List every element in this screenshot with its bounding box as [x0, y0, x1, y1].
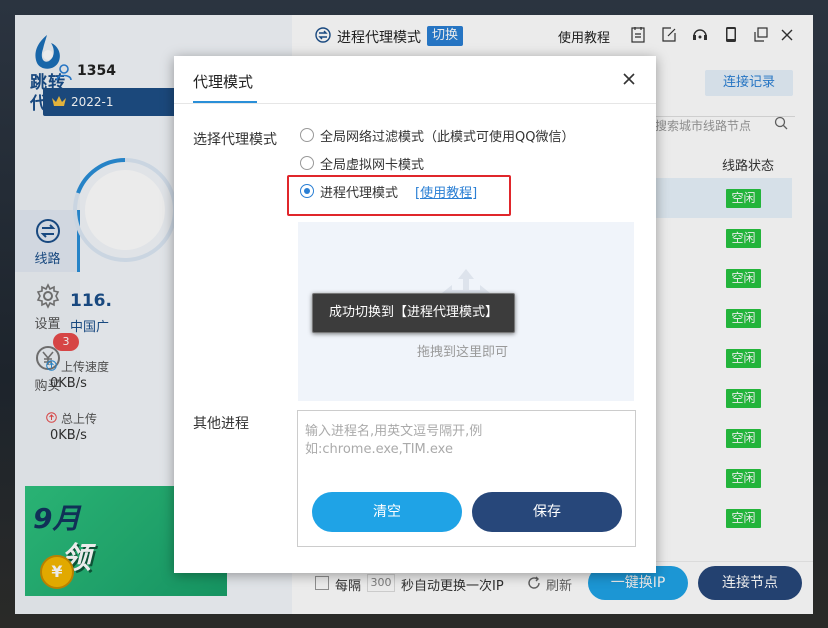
clear-button[interactable]: 清空: [312, 492, 462, 532]
process-name-placeholder: 输入进程名,用英文逗号隔开,例如:chrome.exe,TIM.exe: [305, 424, 483, 457]
other-process-label: 其他进程: [193, 416, 249, 432]
radio-global-filter[interactable]: [300, 128, 314, 142]
radio-virtual-nic[interactable]: [300, 156, 314, 170]
dialog-title: 代理模式: [193, 73, 254, 91]
dialog-header-divider: [174, 103, 656, 104]
success-toast: 成功切换到【进程代理模式】: [312, 293, 515, 333]
save-button[interactable]: 保存: [472, 492, 622, 532]
mode-select-label: 选择代理模式: [193, 132, 277, 148]
highlight-box: [287, 175, 511, 216]
radio-virtual-nic-label[interactable]: 全局虚拟网卡模式: [320, 154, 424, 173]
radio-global-filter-label[interactable]: 全局网络过滤模式（此模式可使用QQ微信）: [320, 126, 574, 145]
drop-area-hint: 拖拽到这里即可: [417, 345, 509, 360]
dialog-close-icon[interactable]: [620, 70, 638, 88]
